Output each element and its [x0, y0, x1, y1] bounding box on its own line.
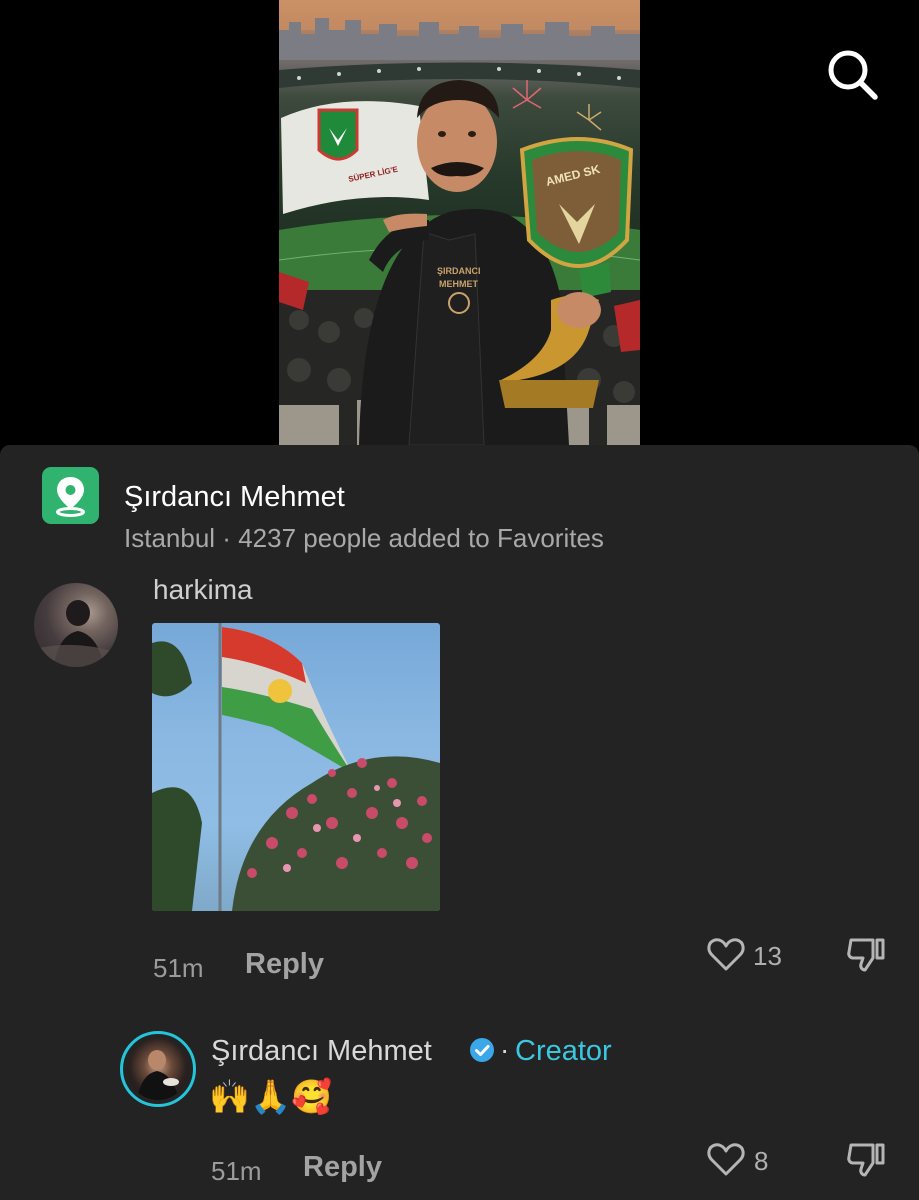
badge-separator: ·	[500, 1034, 510, 1065]
video-poster-image: SÜPER LİG'E ŞIRDANCI MEHMET AMED SK	[279, 0, 640, 445]
poster-illustration: SÜPER LİG'E ŞIRDANCI MEHMET AMED SK	[279, 0, 640, 445]
comment-image[interactable]	[152, 623, 440, 911]
commenter-avatar[interactable]	[34, 583, 118, 667]
place-title: Şırdancı Mehmet	[124, 481, 345, 513]
video-area[interactable]: SÜPER LİG'E ŞIRDANCI MEHMET AMED SK	[0, 0, 919, 445]
place-favorites-count: 4237 people added to Favorites	[238, 523, 604, 553]
creator-avatar-photo	[127, 1038, 189, 1100]
flag-and-flowers-photo	[152, 623, 440, 911]
place-subtitle: Istanbul · 4237 people added to Favorite…	[124, 523, 604, 553]
reply-actions: 51m Reply 8	[211, 1143, 891, 1186]
reply-time: 51m	[211, 1156, 262, 1186]
dislike-icon[interactable]	[845, 934, 887, 974]
comment-actions: 51m Reply 13	[153, 938, 893, 983]
creator-avatar[interactable]	[120, 1031, 196, 1107]
comment-time: 51m	[153, 953, 204, 983]
creator-label: Creator	[515, 1035, 612, 1067]
like-count: 8	[754, 1146, 769, 1176]
comments-sheet: Şırdancı Mehmet Istanbul · 4237 people a…	[0, 445, 919, 1200]
svg-text:MEHMET: MEHMET	[439, 279, 478, 289]
dislike-icon[interactable]	[845, 1139, 887, 1179]
like-count: 13	[753, 941, 782, 971]
avatar-photo	[34, 583, 118, 667]
heart-icon[interactable]	[706, 936, 746, 972]
reply-button[interactable]: Reply	[245, 948, 324, 981]
search-button[interactable]	[822, 44, 882, 104]
reply-button[interactable]: Reply	[303, 1151, 382, 1184]
location-pin-icon	[42, 467, 99, 524]
svg-text:ŞIRDANCI: ŞIRDANCI	[437, 266, 481, 276]
comment-username[interactable]: harkima	[153, 573, 253, 607]
place-separator: ·	[215, 523, 239, 553]
comment-text: 🙌🙏🥰	[209, 1078, 333, 1115]
verified-badge-icon	[470, 1038, 494, 1062]
heart-icon[interactable]	[706, 1141, 746, 1177]
place-city: Istanbul	[124, 523, 216, 553]
search-icon	[828, 50, 878, 100]
creator-username[interactable]: Şırdancı Mehmet	[211, 1034, 432, 1068]
place-row[interactable]: Şırdancı Mehmet Istanbul · 4237 people a…	[42, 467, 882, 553]
